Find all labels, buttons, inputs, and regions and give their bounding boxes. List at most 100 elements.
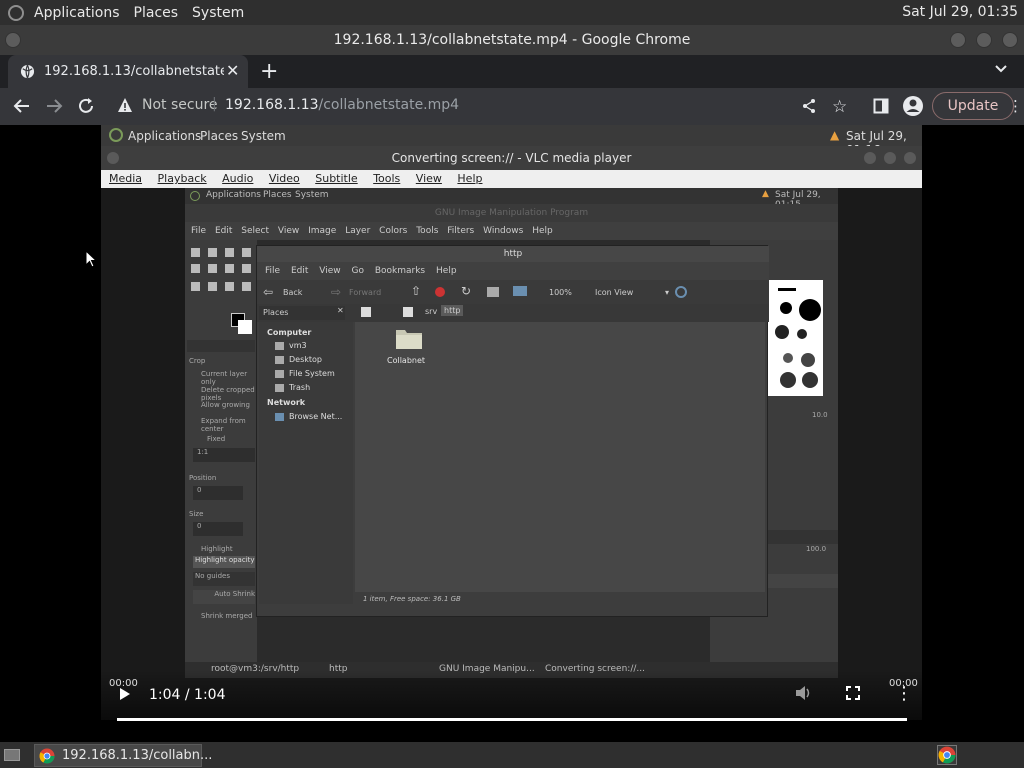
taskbar-item-label: 192.168.1.13/collabn... <box>62 748 213 763</box>
security-label[interactable]: Not secure <box>142 97 218 113</box>
minimize-icon[interactable] <box>950 32 966 48</box>
gimp-bg-color <box>238 320 252 334</box>
gimp-panel-foot-icon <box>190 191 200 201</box>
window-menu-icon[interactable] <box>5 32 21 48</box>
panel-clock[interactable]: Sat Jul 29, 01:35 <box>902 4 1018 20</box>
fm-side-filesystem: File System <box>289 369 335 378</box>
reload-icon[interactable] <box>77 97 95 115</box>
back-icon[interactable] <box>13 97 31 115</box>
video-controls: 00:00 00:00 1:04 / 1:04 ⋮ <box>101 670 922 720</box>
gimp-panel-places: Places <box>263 190 292 200</box>
vlc-window-title: Converting screen:// - VLC media player <box>391 151 632 165</box>
tab-search-icon[interactable] <box>994 62 1008 76</box>
video-progress-bar[interactable] <box>117 718 907 721</box>
gimp-size-field: 0 <box>193 522 243 536</box>
forward-icon[interactable] <box>45 97 63 115</box>
gimp-menu-select: Select <box>241 226 270 236</box>
vlc-menu-media: Media <box>109 172 143 185</box>
panel-menu-places[interactable]: Places <box>134 5 179 21</box>
gimp-option-current-layer: Current layer only <box>201 370 248 386</box>
close-tab-icon[interactable]: ✕ <box>226 61 239 80</box>
fm-desktop-icon <box>275 356 284 364</box>
gimp-menu-image: Image <box>308 226 337 236</box>
gimp-menu-colors: Colors <box>379 226 408 236</box>
side-panel-icon[interactable] <box>873 98 889 114</box>
gimp-menu-tools: Tools <box>416 226 439 236</box>
fm-view-dropdown-icon: ▾ <box>665 288 670 297</box>
update-button[interactable]: Update ⋮ <box>932 92 1023 120</box>
warning-icon[interactable] <box>117 97 133 113</box>
gimp-highlight-opacity: Highlight opacity <box>193 556 255 568</box>
new-tab-icon[interactable]: + <box>260 59 278 84</box>
fm-trash-icon <box>275 384 284 392</box>
tab-title: 192.168.1.13/collabnetstate.mp <box>44 64 224 79</box>
show-desktop-icon[interactable] <box>4 749 20 761</box>
fm-back-arrow-icon: ⇦ <box>263 285 274 299</box>
vlc-panel-foot-icon <box>109 128 123 142</box>
fm-menu-file: File <box>265 266 281 276</box>
gimp-menu-file: File <box>191 226 207 236</box>
fm-status-bar: 1 item, Free space: 36.1 GB <box>355 592 765 606</box>
fm-menu-bar: File Edit View Go Bookmarks Help <box>257 262 769 280</box>
gimp-option-delete-cropped: Delete cropped pixels <box>201 386 255 402</box>
vlc-menu-subtitle: Subtitle <box>315 172 358 185</box>
fm-forward-label: Forward <box>349 288 382 297</box>
maximize-icon[interactable] <box>976 32 992 48</box>
gimp-menu-view: View <box>277 226 300 236</box>
gimp-options-tabs <box>187 340 255 352</box>
gimp-position-field: 0 <box>193 486 243 500</box>
share-icon[interactable] <box>801 98 817 114</box>
fm-menu-bookmarks: Bookmarks <box>374 266 426 276</box>
fm-menu-edit: Edit <box>290 266 309 276</box>
vlc-panel-system: System <box>241 129 286 143</box>
gimp-tools-icon <box>191 248 251 291</box>
vlc-menu-video: Video <box>268 172 300 185</box>
fm-forward-arrow-icon: ⇨ <box>331 285 342 299</box>
gimp-brush-size-value: 10.0 <box>812 411 828 419</box>
gimp-ratio-field: 1:1 <box>193 448 255 462</box>
close-window-icon[interactable] <box>1002 32 1018 48</box>
video-player[interactable]: Applications Places System ▲ Sat Jul 29,… <box>101 125 922 720</box>
update-label: Update <box>947 98 999 114</box>
play-icon[interactable] <box>119 687 131 701</box>
bottom-taskbar: 192.168.1.13/collabn... <box>0 742 1024 768</box>
vlc-cone-icon: ▲ <box>830 128 840 142</box>
taskbar-chrome-item[interactable]: 192.168.1.13/collabn... <box>34 744 212 767</box>
gimp-desktop-panel: Applications Places System ▲ Sat Jul 29,… <box>185 188 838 210</box>
volume-icon[interactable] <box>795 685 813 701</box>
fm-crumb-srv: srv <box>425 307 438 316</box>
vlc-maximize-icon <box>884 152 896 164</box>
profile-avatar-icon[interactable] <box>902 95 924 117</box>
fm-root-crumb-icon <box>403 307 413 317</box>
fm-computer-icon <box>513 286 527 296</box>
bookmark-star-icon[interactable]: ☆ <box>832 97 847 117</box>
fm-back-label: Back <box>283 288 303 297</box>
fm-side-browse-net: Browse Net... <box>289 412 343 421</box>
video-time-display: 1:04 / 1:04 <box>149 687 226 703</box>
fullscreen-icon[interactable] <box>846 686 860 700</box>
tab-strip: 192.168.1.13/collabnetstate.mp ✕ + <box>0 55 1024 88</box>
chrome-tray-icon[interactable] <box>937 745 957 765</box>
folder-icon <box>396 330 422 349</box>
video-more-icon[interactable]: ⋮ <box>895 683 913 704</box>
top-panel: Applications Places System Sat Jul 29, 0… <box>0 0 1024 25</box>
gimp-panel-system: System <box>295 190 329 200</box>
gimp-size-label: Size <box>189 510 204 518</box>
fm-zoom-level: 100% <box>549 288 572 297</box>
panel-menu-system[interactable]: System <box>192 5 244 21</box>
vlc-panel-places: Places <box>200 129 239 143</box>
gimp-auto-shrink: Auto Shrink <box>193 590 255 604</box>
url-text[interactable]: 192.168.1.13/collabnetstate.mp4 <box>225 97 459 113</box>
gnome-foot-icon[interactable] <box>8 4 24 21</box>
browser-tab[interactable]: 192.168.1.13/collabnetstate.mp ✕ <box>8 55 248 88</box>
fm-menu-go: Go <box>351 266 364 276</box>
fm-side-trash: Trash <box>289 383 311 392</box>
fm-up-icon: ⇧ <box>411 284 422 298</box>
fm-window-title: http <box>503 249 523 259</box>
fm-network-header: Network <box>267 398 306 407</box>
gimp-toolbox: Crop Current layer only Delete cropped p… <box>185 240 257 664</box>
chrome-taskbar-icon <box>39 748 55 764</box>
vlc-menu-bar: Media Playback Audio Video Subtitle Tool… <box>101 170 922 188</box>
panel-menu-applications[interactable]: Applications <box>34 5 120 21</box>
gimp-brushes-panel <box>768 280 823 396</box>
